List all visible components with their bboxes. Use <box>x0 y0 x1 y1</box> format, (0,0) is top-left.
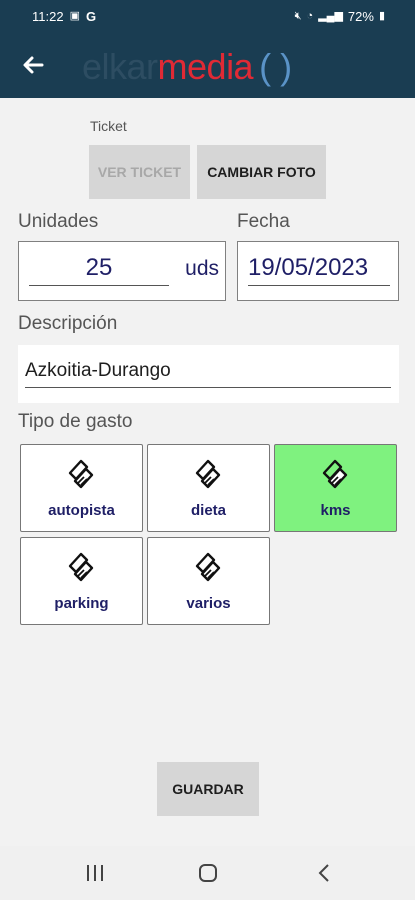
ticket-label: Ticket <box>90 118 127 134</box>
battery-percentage: 72% <box>347 9 374 24</box>
expense-type-autopista[interactable]: autopista <box>20 444 143 532</box>
home-icon[interactable] <box>193 860 223 886</box>
units-input[interactable]: 25 <box>29 254 169 286</box>
date-field[interactable]: 19/05/2023 <box>237 241 399 301</box>
save-button[interactable]: GUARDAR <box>157 762 259 816</box>
expense-type-label-text: kms <box>320 502 351 519</box>
status-bar: 11:22 ▣ G 🔇︎ ◔ ▂▄▆ 72% ▮ <box>0 0 415 34</box>
back-nav-icon[interactable] <box>310 860 340 886</box>
app-logo: elkarmedia( ) <box>82 46 292 88</box>
back-arrow-icon[interactable] <box>18 50 48 80</box>
expense-type-kms[interactable]: kms <box>274 444 397 532</box>
expense-type-label: Tipo de gasto <box>18 411 133 432</box>
ticket-icon <box>192 457 226 491</box>
date-input[interactable]: 19/05/2023 <box>248 254 390 286</box>
signal-icon: ▂▄▆ <box>318 10 343 22</box>
status-time: 11:22 <box>32 9 64 24</box>
expense-type-label-text: autopista <box>48 502 115 519</box>
units-label: Unidades <box>18 211 99 232</box>
recent-apps-icon[interactable] <box>80 860 110 886</box>
description-input[interactable]: Azkoitia-Durango <box>25 360 391 388</box>
ticket-icon <box>319 457 353 491</box>
units-suffix: uds <box>185 257 219 280</box>
expense-type-varios[interactable]: varios <box>147 537 270 625</box>
wifi-icon: ◔ <box>306 10 314 22</box>
logo-media: media <box>157 46 254 87</box>
gallery-icon: ▣ <box>69 10 80 22</box>
ticket-icon <box>65 550 99 584</box>
app-bar: elkarmedia( ) <box>0 34 415 98</box>
units-field[interactable]: 25 uds <box>18 241 226 301</box>
expense-type-dieta[interactable]: dieta <box>147 444 270 532</box>
expense-type-label-text: parking <box>54 595 109 612</box>
mute-icon: 🔇︎ <box>294 10 302 22</box>
navigation-bar <box>0 846 415 900</box>
description-field[interactable]: Azkoitia-Durango <box>18 345 399 403</box>
date-label: Fecha <box>237 211 290 232</box>
battery-icon: ▮ <box>378 10 385 22</box>
change-photo-button[interactable]: CAMBIAR FOTO <box>197 145 326 199</box>
logo-elkar: elkar <box>82 46 158 87</box>
google-icon: G <box>85 9 97 24</box>
description-label: Descripción <box>18 313 118 334</box>
view-ticket-button[interactable]: VER TICKET <box>89 145 190 199</box>
ticket-icon <box>192 550 226 584</box>
ticket-icon <box>65 457 99 491</box>
logo-parens: ( ) <box>259 46 292 87</box>
expense-type-label-text: dieta <box>190 502 226 519</box>
expense-type-parking[interactable]: parking <box>20 537 143 625</box>
expense-type-label-text: varios <box>186 595 231 612</box>
